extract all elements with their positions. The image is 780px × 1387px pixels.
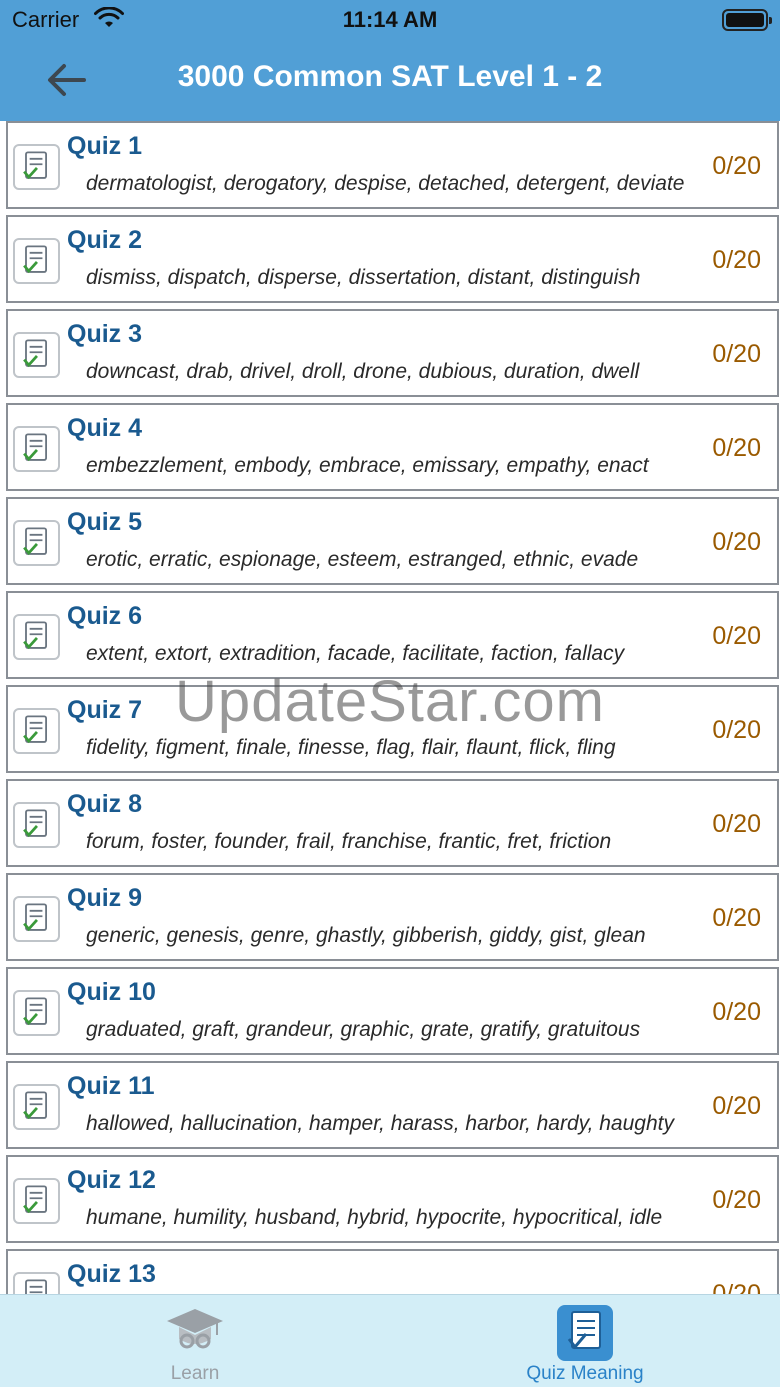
quiz-score: 0/20 xyxy=(712,1280,761,1294)
status-bar: Carrier 11:14 AM xyxy=(0,0,780,40)
quiz-title: Quiz 5 xyxy=(67,508,143,536)
quiz-score: 0/20 xyxy=(712,340,761,368)
quiz-words: dismiss, dispatch, disperse, dissertatio… xyxy=(86,266,641,289)
quiz-words: forum, foster, founder, frail, franchise… xyxy=(86,830,612,853)
quiz-title: Quiz 11 xyxy=(67,1072,155,1100)
quiz-document-icon xyxy=(13,708,60,754)
quiz-title: Quiz 8 xyxy=(67,790,143,818)
quiz-score: 0/20 xyxy=(712,622,761,650)
quiz-row-4[interactable]: Quiz 4 embezzlement, embody, embrace, em… xyxy=(6,403,779,491)
quiz-score: 0/20 xyxy=(712,246,761,274)
quiz-words: embezzlement, embody, embrace, emissary,… xyxy=(86,454,649,477)
quiz-document-icon xyxy=(13,144,60,190)
quiz-words: dermatologist, derogatory, despise, deta… xyxy=(86,172,685,195)
header: Carrier 11:14 AM 3000 Common SAT Level 1… xyxy=(0,0,780,121)
quiz-row-2[interactable]: Quiz 2 dismiss, dispatch, disperse, diss… xyxy=(6,215,779,303)
battery-icon xyxy=(722,9,772,31)
quiz-document-icon xyxy=(13,332,60,378)
quiz-document-icon xyxy=(13,802,60,848)
quiz-document-icon xyxy=(13,1178,60,1224)
tab-quiz-meaning-label: Quiz Meaning xyxy=(526,1363,644,1384)
tab-learn-label: Learn xyxy=(170,1363,220,1384)
quiz-title: Quiz 7 xyxy=(67,696,143,724)
quiz-title: Quiz 3 xyxy=(67,320,143,348)
quiz-words: fidelity, figment, finale, finesse, flag… xyxy=(86,736,616,759)
quiz-words: generic, genesis, genre, ghastly, gibber… xyxy=(86,924,646,947)
quiz-document-icon xyxy=(13,990,60,1036)
quiz-words: graduated, graft, grandeur, graphic, gra… xyxy=(86,1018,641,1041)
quiz-row-3[interactable]: Quiz 3 downcast, drab, drivel, droll, dr… xyxy=(6,309,779,397)
quiz-row-12[interactable]: Quiz 12 humane, humility, husband, hybri… xyxy=(6,1155,779,1243)
quiz-score: 0/20 xyxy=(712,1092,761,1120)
quiz-row-10[interactable]: Quiz 10 graduated, graft, grandeur, grap… xyxy=(6,967,779,1055)
quiz-score: 0/20 xyxy=(712,1186,761,1214)
quiz-row-5[interactable]: Quiz 5 erotic, erratic, espionage, estee… xyxy=(6,497,779,585)
quiz-words: hallowed, hallucination, hamper, harass,… xyxy=(86,1112,674,1135)
tab-learn[interactable]: Learn xyxy=(0,1295,390,1387)
quiz-row-8[interactable]: Quiz 8 forum, foster, founder, frail, fr… xyxy=(6,779,779,867)
quiz-title: Quiz 12 xyxy=(67,1166,156,1194)
quiz-document-icon xyxy=(13,520,60,566)
quiz-document-icon xyxy=(13,1084,60,1130)
graduation-cap-icon xyxy=(167,1309,223,1349)
quiz-document-icon xyxy=(13,614,60,660)
quiz-score: 0/20 xyxy=(712,152,761,180)
quiz-score: 0/20 xyxy=(712,434,761,462)
quiz-title: Quiz 4 xyxy=(67,414,143,442)
quiz-title: Quiz 10 xyxy=(67,978,156,1006)
quiz-row-7[interactable]: Quiz 7 fidelity, figment, finale, finess… xyxy=(6,685,779,773)
quiz-document-icon xyxy=(13,238,60,284)
quiz-list[interactable]: Quiz 1 dermatologist, derogatory, despis… xyxy=(0,121,780,1294)
quiz-score: 0/20 xyxy=(712,904,761,932)
quiz-title: Quiz 6 xyxy=(67,602,143,630)
quiz-score: 0/20 xyxy=(712,998,761,1026)
quiz-row-11[interactable]: Quiz 11 hallowed, hallucination, hamper,… xyxy=(6,1061,779,1149)
quiz-score: 0/20 xyxy=(712,716,761,744)
quiz-words: extent, extort, extradition, facade, fac… xyxy=(86,642,625,665)
quiz-words: erotic, erratic, espionage, esteem, estr… xyxy=(86,548,639,571)
quiz-document-icon xyxy=(557,1305,613,1361)
page-title: 3000 Common SAT Level 1 - 2 xyxy=(177,60,603,93)
quiz-title: Quiz 1 xyxy=(67,132,143,160)
quiz-row-13[interactable]: Quiz 13 0/20 xyxy=(6,1249,779,1294)
quiz-words: downcast, drab, drivel, droll, drone, du… xyxy=(86,360,640,383)
status-time: 11:14 AM xyxy=(342,7,438,32)
quiz-score: 0/20 xyxy=(712,810,761,838)
quiz-row-6[interactable]: Quiz 6 extent, extort, extradition, faca… xyxy=(6,591,779,679)
quiz-score: 0/20 xyxy=(712,528,761,556)
quiz-words: humane, humility, husband, hybrid, hypoc… xyxy=(86,1206,663,1229)
quiz-document-icon xyxy=(13,896,60,942)
tab-quiz-meaning[interactable]: Quiz Meaning xyxy=(390,1295,780,1387)
quiz-row-1[interactable]: Quiz 1 dermatologist, derogatory, despis… xyxy=(6,121,779,209)
quiz-document-icon xyxy=(13,426,60,472)
quiz-title: Quiz 9 xyxy=(67,884,143,912)
tab-bar: Learn Quiz Meaning xyxy=(0,1294,780,1387)
quiz-document-icon xyxy=(13,1272,60,1294)
quiz-title: Quiz 13 xyxy=(67,1260,156,1288)
quiz-row-9[interactable]: Quiz 9 generic, genesis, genre, ghastly,… xyxy=(6,873,779,961)
quiz-title: Quiz 2 xyxy=(67,226,143,254)
